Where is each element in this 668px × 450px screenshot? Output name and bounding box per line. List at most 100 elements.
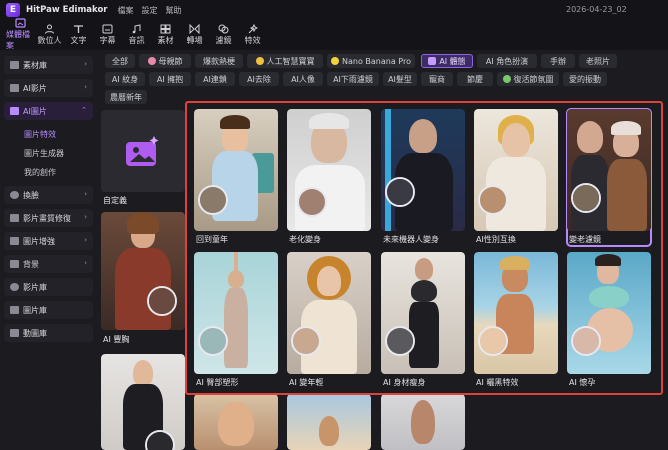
sidebar-sub-image-generator[interactable]: 圖片生成器 — [4, 144, 93, 163]
card-label: AI 懷孕 — [569, 378, 596, 387]
sidebar-item-background[interactable]: 背景 › — [4, 255, 93, 273]
chevron-right-icon: › — [84, 236, 87, 244]
card-aging[interactable]: 老化變身 — [287, 109, 371, 246]
card-photo — [474, 252, 558, 374]
tool-transition[interactable]: 轉場 — [180, 20, 209, 50]
chip-figurine[interactable]: 手辦 — [541, 54, 575, 68]
card-ai-breast[interactable]: AI 豐胸 — [101, 212, 185, 346]
sidebar-label: 素材庫 — [23, 60, 47, 70]
tool-media[interactable]: 媒體檔案 — [6, 18, 35, 50]
card-row3-2[interactable] — [287, 394, 371, 450]
card-label: 變老濾鏡 — [569, 235, 601, 244]
card-row3-3[interactable] — [381, 394, 465, 450]
chip-ai-rain[interactable]: AI下雨濾鏡 — [327, 72, 379, 86]
sidebar-item-gif-library[interactable]: 動圖庫 — [4, 324, 93, 342]
sidebar-item-ai-video[interactable]: AI影片 › — [4, 79, 93, 97]
card-photo — [101, 212, 185, 330]
chip-festival[interactable]: 節慶 — [457, 72, 493, 86]
chip-ai-chain[interactable]: AI連鎖 — [195, 72, 235, 86]
menu-file[interactable]: 檔案 — [118, 5, 134, 16]
chip-all[interactable]: 全部 — [105, 54, 135, 68]
card-gender-swap[interactable]: AI性別互換 — [474, 109, 558, 246]
tool-text-label: 文字 — [70, 36, 87, 45]
tool-text[interactable]: 文字 — [64, 20, 93, 50]
chip-label: Nano Banana Pro — [342, 56, 411, 66]
card-old-age-filter[interactable]: 變老濾鏡 — [566, 108, 652, 247]
chevron-right-icon: › — [84, 83, 87, 91]
filter-icon — [218, 24, 229, 34]
menu-settings[interactable]: 設定 — [142, 5, 158, 16]
chip-label: 復活節氛圍 — [513, 74, 554, 84]
ai-video-icon — [10, 84, 19, 92]
before-thumbnail — [571, 183, 601, 213]
chip-love-vibe[interactable]: 愛的振動 — [563, 72, 607, 86]
card-custom[interactable]: 自定義 — [101, 110, 185, 208]
chip-mothers-day[interactable]: 母親節 — [139, 54, 191, 68]
chip-ai-tattoo[interactable]: AI 紋身 — [105, 72, 145, 86]
sidebar-label: 動圖庫 — [23, 328, 47, 338]
tool-audio[interactable]: 音訊 — [122, 20, 151, 50]
title-bar: E HitPaw Edimakor 檔案 設定 幫助 2026-04-23_02 — [0, 0, 668, 20]
chip-old-photo[interactable]: 老照片 — [579, 54, 617, 68]
card-photo — [567, 252, 651, 374]
card-label: AI 變年輕 — [289, 378, 324, 387]
tool-filter[interactable]: 濾鏡 — [209, 20, 238, 50]
card-hip-shaping[interactable]: AI 臀部塑形 — [194, 252, 278, 389]
chevron-right-icon: › — [84, 190, 87, 198]
chip-nano-banana[interactable]: Nano Banana Pro — [327, 54, 415, 68]
chip-ai-hug[interactable]: AI 擁抱 — [149, 72, 191, 86]
sidebar-sub-my-creations[interactable]: 我的創作 — [4, 163, 93, 182]
tool-avatar[interactable]: 數位人 — [35, 20, 64, 50]
chip-trending[interactable]: 爆款熱梗 — [195, 54, 243, 68]
chip-icon — [331, 57, 340, 65]
card-left-bottom[interactable] — [101, 354, 185, 450]
sidebar-item-ai-image[interactable]: AI圖片 ⌃ — [4, 102, 93, 120]
chip-easter[interactable]: 復活節氛圍 — [497, 72, 559, 86]
card-label: 未來機器人變身 — [383, 235, 439, 244]
chip-ai-body[interactable]: AI 體態 — [421, 54, 473, 68]
image-enhance-icon — [10, 237, 19, 245]
card-label: AI性別互換 — [476, 235, 516, 244]
sidebar-sub-image-effects[interactable]: 圖片特效 — [4, 125, 93, 144]
chip-ai-roleplay[interactable]: AI 角色扮演 — [477, 54, 537, 68]
chevron-up-icon: ⌃ — [81, 106, 87, 114]
tool-effects[interactable]: 特效 — [238, 20, 267, 50]
chip-pet[interactable]: 寵商 — [421, 72, 453, 86]
chip-ai-portrait[interactable]: AI人像 — [283, 72, 323, 86]
card-tanning[interactable]: AI 曬黑特效 — [474, 252, 558, 389]
sidebar-item-library[interactable]: 素材庫 › — [4, 56, 93, 74]
card-pregnancy[interactable]: AI 懷孕 — [567, 252, 651, 389]
card-younger[interactable]: AI 變年輕 — [287, 252, 371, 389]
card-slimming[interactable]: AI 身材瘦身 — [381, 252, 465, 389]
card-robot[interactable]: 未來機器人變身 — [381, 109, 465, 246]
avatar-icon — [44, 24, 55, 34]
sidebar-item-faceswap[interactable]: 換臉 › — [4, 186, 93, 204]
sidebar-item-video-repair[interactable]: 影片畫質修復 › — [4, 209, 93, 227]
chip-icon — [502, 75, 511, 83]
effects-icon — [247, 24, 258, 34]
card-back-to-childhood[interactable]: 回到童年 — [194, 109, 278, 246]
library-icon — [10, 61, 19, 69]
card-label: 自定義 — [103, 196, 127, 205]
media-icon — [15, 18, 26, 28]
tool-assets[interactable]: 素材 — [151, 20, 180, 50]
chip-ai-hairstyle[interactable]: AI髮型 — [383, 72, 417, 86]
sidebar-item-video-library[interactable]: 影片庫 — [4, 278, 93, 296]
chip-ai-baby[interactable]: 人工智慧寶寶 — [247, 54, 323, 68]
chip-ai-remove[interactable]: AI去除 — [239, 72, 279, 86]
tool-media-label: 媒體檔案 — [6, 30, 30, 50]
audio-icon — [131, 24, 142, 34]
menu-help[interactable]: 幫助 — [166, 5, 182, 16]
background-icon — [10, 260, 19, 268]
sidebar-item-image-enhance[interactable]: 圖片增強 › — [4, 232, 93, 250]
content-area: 全部 母親節 爆款熱梗 人工智慧寶寶 Nano Banana Pro AI 體態… — [97, 50, 668, 450]
sidebar-item-image-library[interactable]: 圖片庫 — [4, 301, 93, 319]
sidebar-label: 換臉 — [23, 190, 39, 200]
card-row3-1[interactable] — [194, 394, 278, 450]
sidebar-label: AI影片 — [23, 83, 47, 93]
sidebar-label: 影片庫 — [23, 282, 47, 292]
sidebar-label: 背景 — [23, 259, 39, 269]
chip-lunar-new-year[interactable]: 農曆新年 — [105, 90, 147, 104]
tool-subtitle-label: 字幕 — [99, 36, 116, 45]
tool-subtitle[interactable]: 字幕 — [93, 20, 122, 50]
